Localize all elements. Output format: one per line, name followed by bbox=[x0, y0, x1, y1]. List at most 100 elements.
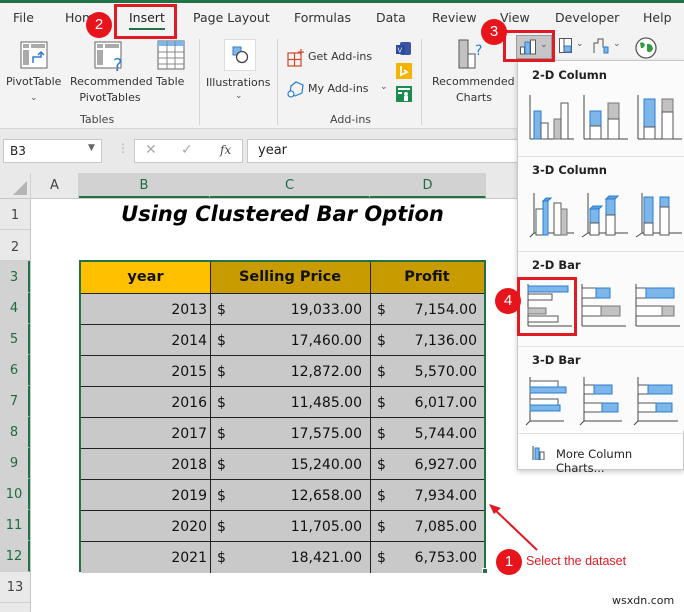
stacked-column-icon[interactable] bbox=[578, 89, 630, 145]
cell-profit-currency[interactable]: $ bbox=[370, 511, 400, 541]
3d-100-stacked-bar-icon[interactable] bbox=[632, 375, 684, 431]
cell-year[interactable]: 2018 bbox=[81, 449, 210, 479]
cell-price-currency[interactable]: $ bbox=[210, 542, 240, 573]
cancel-icon[interactable]: ✕ bbox=[145, 142, 157, 158]
cell-selling-price[interactable]: 17,460.00 bbox=[240, 325, 370, 355]
dataset-table[interactable]: year Selling Price Profit 2013 $19,033.00… bbox=[79, 260, 486, 573]
column-header-c[interactable]: C bbox=[210, 173, 370, 198]
cell-profit-currency[interactable]: $ bbox=[370, 325, 400, 355]
3d-clustered-column-icon[interactable] bbox=[524, 185, 576, 241]
recommended-pivottables-button[interactable]: ? Recommended PivotTables bbox=[70, 39, 153, 109]
tab-page-layout[interactable]: Page Layout bbox=[193, 10, 270, 25]
get-addins-button[interactable]: Get Add-ins bbox=[287, 47, 383, 67]
clustered-column-icon[interactable] bbox=[524, 89, 576, 145]
row-header-10[interactable]: 10 bbox=[0, 479, 30, 510]
cell-profit-currency[interactable]: $ bbox=[370, 542, 400, 573]
table-button[interactable]: Table bbox=[152, 39, 192, 109]
select-all-corner[interactable] bbox=[0, 173, 31, 198]
cell-year[interactable]: 2014 bbox=[81, 325, 210, 355]
cell-price-currency[interactable]: $ bbox=[210, 387, 240, 417]
row-header-12[interactable]: 12 bbox=[0, 541, 30, 572]
tab-file[interactable]: File bbox=[13, 10, 34, 25]
row-header-5[interactable]: 5 bbox=[0, 324, 30, 355]
header-selling-price[interactable]: Selling Price bbox=[210, 262, 370, 293]
cell-selling-price[interactable]: 17,575.00 bbox=[240, 418, 370, 448]
100-stacked-bar-icon[interactable] bbox=[632, 280, 684, 336]
3d-100-stacked-column-icon[interactable] bbox=[632, 185, 684, 241]
column-header-a[interactable]: A bbox=[31, 173, 79, 198]
cell-selling-price[interactable]: 15,240.00 bbox=[240, 449, 370, 479]
row-header-4[interactable]: 4 bbox=[0, 293, 30, 324]
tab-help[interactable]: Help bbox=[643, 10, 672, 25]
column-header-d[interactable]: D bbox=[370, 173, 486, 198]
cell-profit-currency[interactable]: $ bbox=[370, 480, 400, 510]
cell-price-currency[interactable]: $ bbox=[210, 356, 240, 386]
cell-selling-price[interactable]: 11,705.00 bbox=[240, 511, 370, 541]
cell-year[interactable]: 2015 bbox=[81, 356, 210, 386]
insert-function-icon[interactable]: fx bbox=[220, 143, 231, 157]
people-graph-icon[interactable] bbox=[396, 86, 412, 102]
cell-profit[interactable]: 5,570.00 bbox=[400, 356, 484, 386]
cell-year[interactable]: 2017 bbox=[81, 418, 210, 448]
100-stacked-column-icon[interactable] bbox=[632, 89, 684, 145]
row-header-2[interactable]: 2 bbox=[0, 230, 30, 261]
resize-handle-icon[interactable]: ⋮ bbox=[117, 141, 129, 155]
cell-year[interactable]: 2021 bbox=[81, 542, 210, 573]
maps-globe-icon[interactable] bbox=[634, 36, 658, 60]
pivottable-button[interactable]: PivotTable ⌄ bbox=[0, 39, 68, 109]
cell-profit[interactable]: 5,744.00 bbox=[400, 418, 484, 448]
cell-profit[interactable]: 6,753.00 bbox=[400, 542, 484, 573]
cell-profit[interactable]: 6,017.00 bbox=[400, 387, 484, 417]
cell-profit[interactable]: 7,085.00 bbox=[400, 511, 484, 541]
enter-icon[interactable]: ✓ bbox=[181, 142, 193, 158]
cell-price-currency[interactable]: $ bbox=[210, 511, 240, 541]
cell-selling-price[interactable]: 18,421.00 bbox=[240, 542, 370, 573]
cell-year[interactable]: 2013 bbox=[81, 294, 210, 324]
3d-stacked-bar-icon[interactable] bbox=[578, 375, 630, 431]
bing-icon[interactable] bbox=[396, 63, 412, 79]
cell-profit-currency[interactable]: $ bbox=[370, 418, 400, 448]
cell-price-currency[interactable]: $ bbox=[210, 480, 240, 510]
cell-profit-currency[interactable]: $ bbox=[370, 294, 400, 324]
tab-formulas[interactable]: Formulas bbox=[294, 10, 351, 25]
fill-handle[interactable] bbox=[482, 568, 488, 574]
my-addins-button[interactable]: My Add-ins ⌄ bbox=[287, 79, 393, 99]
more-column-charts-item[interactable]: More Column Charts... bbox=[518, 434, 684, 475]
column-header-b[interactable]: B bbox=[79, 173, 210, 198]
cell-price-currency[interactable]: $ bbox=[210, 418, 240, 448]
cell-profit[interactable]: 7,154.00 bbox=[400, 294, 484, 324]
visio-icon[interactable]: V bbox=[396, 41, 412, 57]
name-box-dropdown-icon[interactable]: ▼ bbox=[88, 143, 95, 153]
cell-selling-price[interactable]: 12,872.00 bbox=[240, 356, 370, 386]
tab-data[interactable]: Data bbox=[376, 10, 406, 25]
cell-selling-price[interactable]: 11,485.00 bbox=[240, 387, 370, 417]
row-header-8[interactable]: 8 bbox=[0, 417, 30, 448]
cell-profit[interactable]: 6,927.00 bbox=[400, 449, 484, 479]
cell-profit-currency[interactable]: $ bbox=[370, 449, 400, 479]
cell-price-currency[interactable]: $ bbox=[210, 325, 240, 355]
cell-profit-currency[interactable]: $ bbox=[370, 356, 400, 386]
row-header-11[interactable]: 11 bbox=[0, 510, 30, 541]
tab-developer[interactable]: Developer bbox=[555, 10, 619, 25]
3d-stacked-column-icon[interactable] bbox=[578, 185, 630, 241]
insert-hierarchy-chart-button[interactable]: ⌄ bbox=[557, 36, 587, 58]
cell-selling-price[interactable]: 19,033.00 bbox=[240, 294, 370, 324]
cell-selling-price[interactable]: 12,658.00 bbox=[240, 480, 370, 510]
cell-profit[interactable]: 7,934.00 bbox=[400, 480, 484, 510]
cell-year[interactable]: 2019 bbox=[81, 480, 210, 510]
header-year[interactable]: year bbox=[81, 262, 210, 293]
cell-year[interactable]: 2016 bbox=[81, 387, 210, 417]
cell-profit[interactable]: 7,136.00 bbox=[400, 325, 484, 355]
cell-price-currency[interactable]: $ bbox=[210, 294, 240, 324]
illustrations-button[interactable]: Illustrations ⌄ bbox=[204, 39, 272, 109]
cell-year[interactable]: 2020 bbox=[81, 511, 210, 541]
3d-clustered-bar-icon[interactable] bbox=[524, 375, 576, 431]
row-header-3[interactable]: 3 bbox=[0, 261, 30, 293]
row-header-7[interactable]: 7 bbox=[0, 386, 30, 417]
sheet-title[interactable]: Using Clustered Bar Option bbox=[80, 199, 485, 229]
tab-view[interactable]: View bbox=[500, 10, 530, 25]
row-header-6[interactable]: 6 bbox=[0, 355, 30, 386]
row-header-13[interactable]: 13 bbox=[0, 572, 30, 603]
insert-statistic-chart-button[interactable]: ⌄ bbox=[591, 36, 625, 58]
stacked-bar-icon[interactable] bbox=[578, 280, 630, 336]
